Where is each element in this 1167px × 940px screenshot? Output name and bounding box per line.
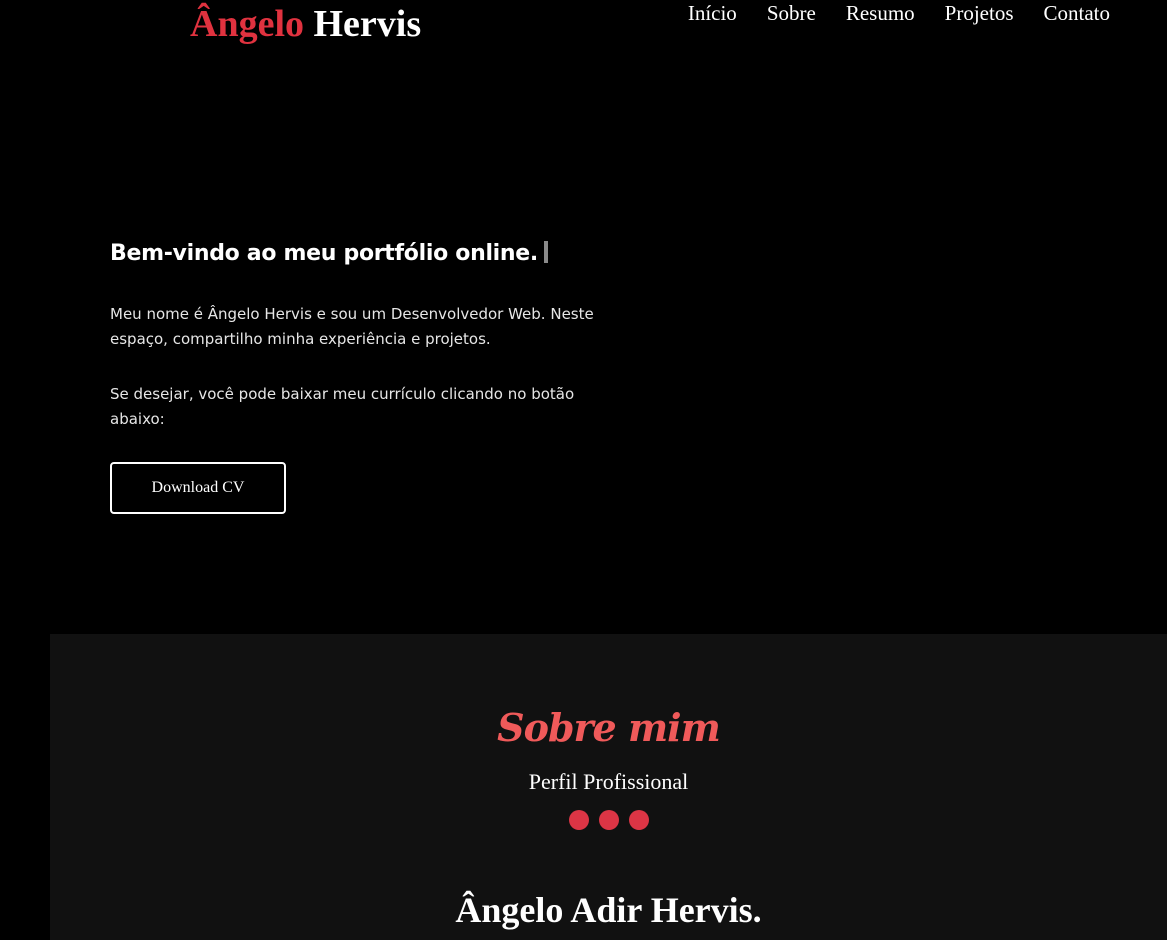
hero-intro-text: Meu nome é Ângelo Hervis e sou um Desenv… xyxy=(110,305,594,348)
hero-title: Bem-vindo ao meu portfólio online. xyxy=(110,241,538,266)
main-nav: Início Sobre Resumo Projetos Contato xyxy=(688,0,1110,26)
nav-item-resumo[interactable]: Resumo xyxy=(846,0,915,26)
hero-download-text: Se desejar, você pode baixar meu currícu… xyxy=(110,385,575,428)
site-header: Ângelo Hervis Início Sobre Resumo Projet… xyxy=(0,0,1167,50)
logo-last-name: Hervis xyxy=(313,3,422,45)
nav-item-sobre[interactable]: Sobre xyxy=(767,0,816,26)
nav-item-projetos[interactable]: Projetos xyxy=(945,0,1014,26)
hero-title-wrapper: Bem-vindo ao meu portfólio online. xyxy=(110,238,548,270)
nav-item-inicio[interactable]: Início xyxy=(688,0,737,26)
dot-icon xyxy=(628,810,649,830)
about-full-name: Ângelo Adir Hervis. xyxy=(455,890,762,930)
decorative-dots xyxy=(50,810,1167,830)
dot-icon xyxy=(598,810,619,830)
site-logo[interactable]: Ângelo Hervis xyxy=(190,2,421,46)
about-section: Sobre mim Perfil Profissional Ângelo Adi… xyxy=(50,634,1167,940)
dot-icon xyxy=(568,810,589,830)
about-title: Sobre mim xyxy=(497,705,721,750)
nav-item-contato[interactable]: Contato xyxy=(1044,0,1111,26)
about-subtitle: Perfil Profissional xyxy=(528,769,689,794)
typing-cursor xyxy=(543,241,548,263)
logo-first-name: Ângelo xyxy=(190,3,304,45)
download-cv-button[interactable]: Download CV xyxy=(110,462,286,514)
